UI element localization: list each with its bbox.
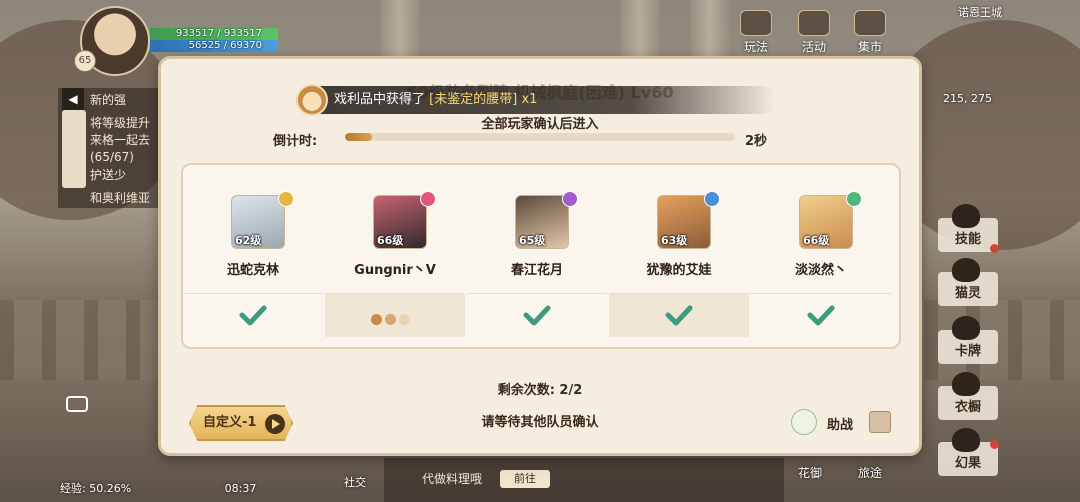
remaining-count: 剩余次数: 2/2	[497, 383, 583, 398]
confirmed-check-icon	[239, 305, 267, 326]
member-level: 65级	[519, 234, 546, 247]
member-name: 春江花月	[510, 263, 563, 278]
countdown-value: 2秒	[745, 134, 768, 149]
assist-label: 助战	[827, 418, 854, 433]
member-portrait: 63级	[657, 195, 711, 249]
confirmed-check-icon	[665, 305, 693, 326]
cat-spirit-button[interactable]: 猫灵	[938, 258, 998, 306]
cards-button[interactable]: 卡牌	[938, 316, 998, 364]
task-item[interactable]: 和奥利维亚	[58, 186, 166, 209]
team-member: 63级 犹豫的艾娃	[609, 165, 749, 347]
member-name: 淡淡然丶	[794, 263, 847, 278]
countdown-fill	[345, 133, 373, 141]
chat-go-button[interactable]: 前往	[500, 470, 550, 488]
hanger-icon	[952, 372, 980, 396]
confirmed-check-icon	[807, 305, 835, 326]
team-confirm-dialog: 60级装备裂隙 机械枫庭(困难) Lv60 全部玩家确认后进入 倒计时: 2秒 …	[158, 56, 922, 456]
countdown-label: 倒计时:	[273, 134, 318, 149]
fruit-button[interactable]: 幻果	[938, 428, 998, 476]
chat-message: 代做料理哦	[422, 472, 483, 486]
team-members: 62级 迅蛇克林 66级 Gungnir丶V 65级 春江花月 63级 犹豫的艾…	[181, 163, 901, 349]
social-button[interactable]: 社交	[344, 474, 366, 490]
assist-toggle[interactable]: 助战	[791, 409, 895, 437]
loot-notification: 戏利品中获得了 [未鉴定的腰带] x1	[296, 84, 776, 116]
gift-icon	[798, 10, 830, 36]
member-level: 66级	[377, 234, 404, 247]
role-badge-icon	[704, 191, 720, 207]
team-member: 62级 迅蛇克林	[183, 165, 323, 347]
member-name: 犹豫的艾娃	[646, 263, 712, 278]
handshake-icon	[791, 409, 817, 435]
notification-dot	[990, 440, 999, 449]
events-button[interactable]: 活动	[786, 10, 842, 58]
member-status	[325, 293, 465, 337]
team-member: 65级 春江花月	[467, 165, 607, 347]
exp-text: 经验: 50.26%	[60, 482, 132, 495]
team-member: 66级 淡淡然丶	[751, 165, 891, 347]
notification-dot	[990, 244, 999, 253]
member-portrait: 66级	[373, 195, 427, 249]
play-icon	[265, 414, 285, 434]
region-name: 诺恩王城	[958, 6, 1002, 19]
mp-bar: 56525 / 69370	[150, 40, 278, 52]
countdown-bar	[345, 133, 735, 141]
market-button[interactable]: 集市	[842, 10, 898, 58]
skills-button[interactable]: 技能	[938, 204, 998, 252]
task-collapse-button[interactable]: ◀	[62, 88, 84, 110]
hp-bar: 933517 / 933517	[150, 28, 278, 40]
skills-icon	[952, 204, 980, 228]
card-icon	[952, 316, 980, 340]
member-status	[183, 293, 323, 337]
clock-text: 08:37	[224, 482, 257, 495]
fruit-icon	[952, 428, 980, 452]
member-status	[751, 293, 891, 337]
assist-checkbox[interactable]	[869, 411, 891, 433]
cat-avatar-icon	[296, 84, 328, 116]
camera-icon[interactable]	[66, 396, 88, 412]
member-level: 66级	[803, 234, 830, 247]
role-badge-icon	[278, 191, 294, 207]
wardrobe-button[interactable]: 衣橱	[938, 372, 998, 420]
bottom-button-1[interactable]: 花御	[798, 464, 822, 481]
play-mode-button[interactable]: 玩法	[728, 10, 784, 58]
loot-item: [未鉴定的腰带]	[429, 92, 518, 107]
member-status	[467, 293, 607, 337]
member-status	[609, 293, 749, 337]
member-portrait: 62级	[231, 195, 285, 249]
loot-prefix: 戏利品中获得了	[334, 92, 426, 107]
custom-button[interactable]: 自定义-1	[189, 405, 293, 441]
team-member: 66级 Gungnir丶V	[325, 165, 465, 347]
member-portrait: 65级	[515, 195, 569, 249]
role-badge-icon	[562, 191, 578, 207]
task-tab[interactable]	[62, 110, 86, 188]
member-name: Gungnir丶V	[354, 263, 436, 278]
cat-icon	[952, 258, 980, 282]
member-name: 迅蛇克林	[226, 263, 279, 278]
role-badge-icon	[846, 191, 862, 207]
scale-icon	[854, 10, 886, 36]
member-portrait: 66级	[799, 195, 853, 249]
play-mode-icon	[740, 10, 772, 36]
role-badge-icon	[420, 191, 436, 207]
confirmed-check-icon	[523, 305, 551, 326]
player-level-badge: 65	[74, 50, 96, 72]
coordinates: 215, 275	[943, 92, 992, 105]
loot-count: x1	[521, 92, 538, 107]
waiting-dots-icon	[371, 310, 413, 329]
bottom-button-2[interactable]: 旅途	[858, 464, 882, 481]
member-level: 62级	[235, 234, 262, 247]
member-level: 63级	[661, 234, 688, 247]
custom-button-label: 自定义-1	[203, 415, 257, 430]
bottom-status-bar: 经验: 50.26% 08:37	[60, 476, 320, 502]
